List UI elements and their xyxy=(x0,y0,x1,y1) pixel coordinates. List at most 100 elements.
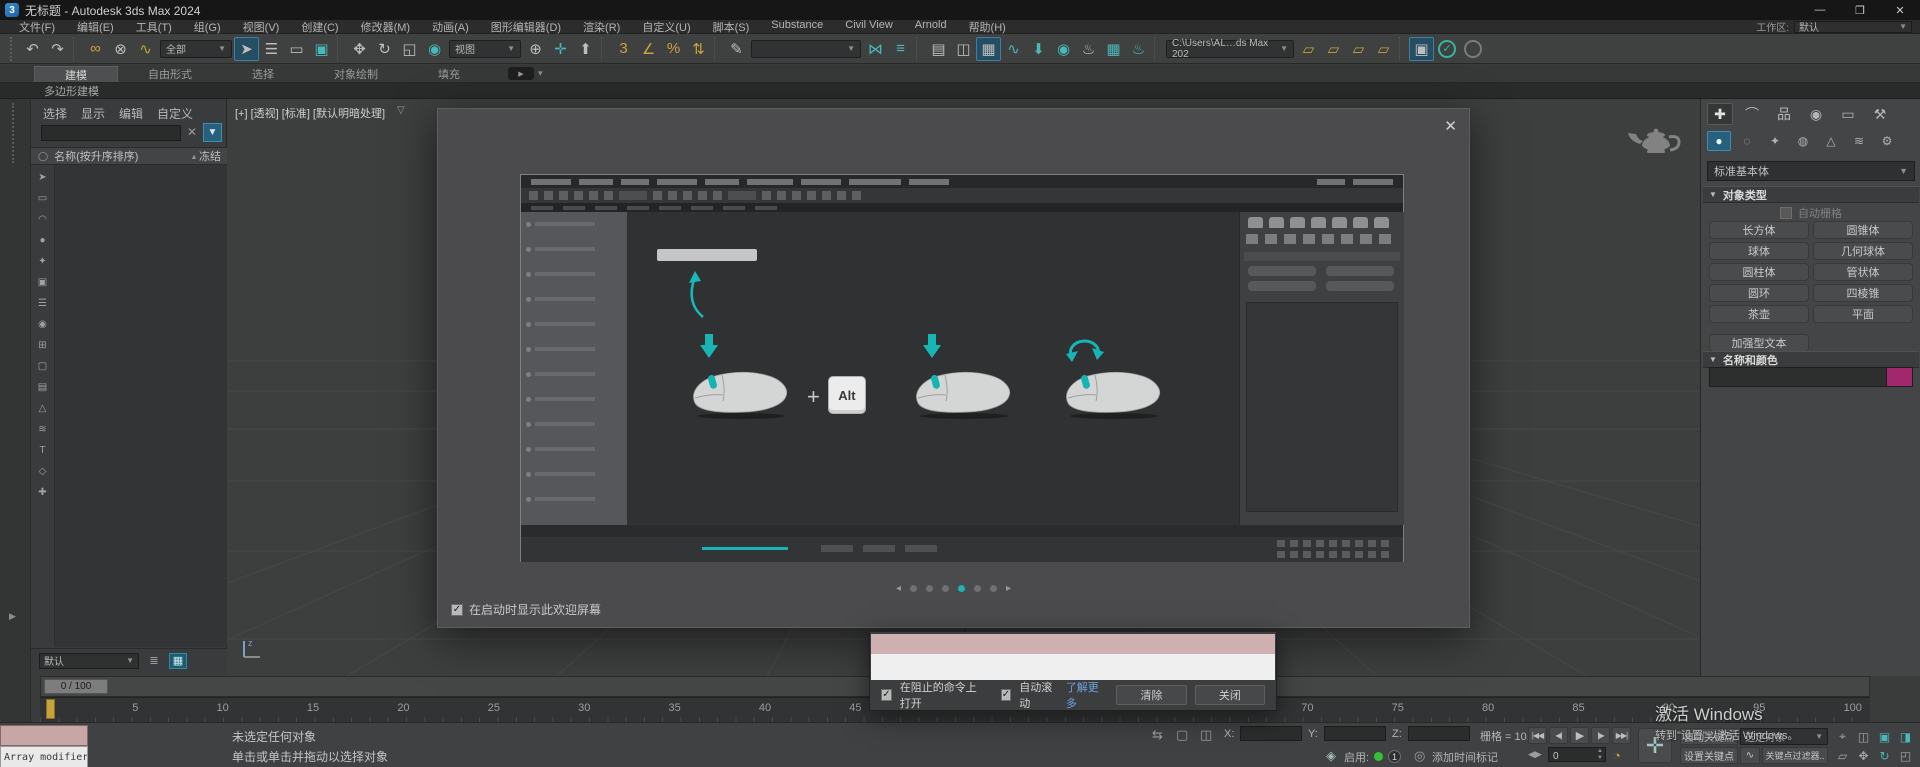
menu-item-4[interactable]: 视图(V) xyxy=(232,19,291,35)
primitive-button-圆锥体[interactable]: 圆锥体 xyxy=(1813,221,1913,239)
dock-handle[interactable] xyxy=(12,103,16,163)
spinner-icon[interactable]: ▲ ▼ xyxy=(1597,748,1603,762)
explorer-object-list[interactable] xyxy=(55,165,227,647)
primitive-button-圆环[interactable]: 圆环 xyxy=(1709,284,1809,302)
select-object-icon[interactable]: ➤ xyxy=(234,36,259,61)
explorer-filter-icon-9[interactable]: ▢ xyxy=(34,358,51,375)
key-mode-clock-icon[interactable]: ◔ xyxy=(1613,748,1621,763)
clear-search-icon[interactable]: ✕ xyxy=(187,125,197,139)
project-folder-path[interactable]: C:\Users\AL…ds Max 202 ▼ xyxy=(1166,38,1294,60)
playback-button-3[interactable]: |▶ xyxy=(1591,727,1610,744)
open-folder-icon[interactable]: ▱ xyxy=(1321,37,1346,61)
zoom-extents-icon[interactable]: ▣ xyxy=(1875,728,1894,745)
modify-tab[interactable]: ⌒ xyxy=(1739,103,1765,125)
y-coordinate-field[interactable] xyxy=(1324,726,1386,741)
geometry-category[interactable]: ● xyxy=(1707,131,1731,151)
selection-filter-dropdown[interactable]: 全部 ▼ xyxy=(160,39,232,58)
macro-recorder-pane[interactable] xyxy=(0,725,88,746)
save-folder-icon[interactable]: ▱ xyxy=(1346,37,1371,61)
display-tab[interactable]: ▭ xyxy=(1835,103,1861,125)
window-crossing-icon[interactable]: ▣ xyxy=(309,37,334,61)
current-frame-field[interactable]: 0 ▲ ▼ xyxy=(1548,747,1606,762)
cameras-category[interactable]: ◍ xyxy=(1791,131,1815,151)
auto-key-button[interactable]: 自动关键点 xyxy=(1680,728,1738,745)
explorer-filter-icon-0[interactable]: ➤ xyxy=(34,169,51,186)
select-manipulate-icon[interactable]: ✛ xyxy=(548,37,573,61)
explorer-filter-icon-5[interactable]: ▣ xyxy=(34,274,51,291)
ribbon-tab-2[interactable]: 选择 xyxy=(222,66,304,82)
primitive-button-球体[interactable]: 球体 xyxy=(1709,242,1809,260)
select-by-name-icon[interactable]: ☰ xyxy=(259,37,284,61)
current-frame-marker[interactable] xyxy=(46,699,55,719)
carousel-prev-icon[interactable]: ◂ xyxy=(896,583,901,594)
primitive-button-长方体[interactable]: 长方体 xyxy=(1709,221,1809,239)
menu-item-12[interactable]: Substance xyxy=(760,19,834,35)
carousel-dot-3[interactable] xyxy=(958,585,965,592)
name-color-rollout[interactable]: ▼ 名称和颜色 xyxy=(1703,351,1919,368)
explorer-filter-icon-14[interactable]: ◇ xyxy=(34,463,51,480)
explorer-column-header[interactable]: ◯ 名称(按升序排序) ▴ 冻结 xyxy=(31,147,227,165)
x-coordinate-field[interactable] xyxy=(1240,726,1302,741)
select-move-icon[interactable]: ✥ xyxy=(347,37,372,61)
render-setup-icon[interactable]: ♨ xyxy=(1076,37,1101,61)
explorer-filter-icon-10[interactable]: ▤ xyxy=(34,379,51,396)
percent-snap-icon[interactable]: % xyxy=(661,37,686,61)
reference-coordinate-dropdown[interactable]: 视图 ▼ xyxy=(449,39,521,58)
explorer-filter-icon-12[interactable]: ≋ xyxy=(34,421,51,438)
show-on-startup-checkbox[interactable]: ✓ xyxy=(451,603,463,616)
viewport-funnel-icon[interactable]: ▽ xyxy=(397,105,405,116)
motion-tab[interactable]: ◉ xyxy=(1803,103,1829,125)
learn-more-link[interactable]: 了解更多 xyxy=(1066,679,1105,711)
scene-explorer-toggle-icon[interactable]: ◫ xyxy=(951,37,976,61)
expand-arrow-icon[interactable]: ▶ xyxy=(9,611,16,622)
menu-item-15[interactable]: 帮助(H) xyxy=(958,19,1017,35)
explorer-tab-2[interactable]: 编辑 xyxy=(119,105,143,122)
primitive-category-dropdown[interactable]: 标准基本体 ▼ xyxy=(1707,161,1915,181)
autogrid-checkbox[interactable] xyxy=(1780,207,1792,219)
key-filters-button[interactable]: 关键点过滤器.. xyxy=(1762,747,1828,764)
explorer-filter-icon-4[interactable]: ✦ xyxy=(34,253,51,270)
explorer-filter-icon-2[interactable]: ◠ xyxy=(34,211,51,228)
explorer-filter-icon-11[interactable]: △ xyxy=(34,400,51,417)
menu-item-1[interactable]: 编辑(E) xyxy=(66,19,125,35)
notifications-icon[interactable] xyxy=(1464,39,1482,58)
object-color-swatch[interactable] xyxy=(1886,368,1912,386)
explorer-filter-icon-7[interactable]: ◉ xyxy=(34,316,51,333)
create-tab[interactable]: ✚ xyxy=(1707,103,1733,125)
shield-icon[interactable]: ◈ xyxy=(1326,748,1336,764)
redo-icon[interactable]: ↷ xyxy=(45,37,70,61)
rectangular-selection-icon[interactable]: ▭ xyxy=(284,37,309,61)
workspace-dropdown[interactable]: 默认 ▼ xyxy=(1794,20,1912,34)
ribbon-panel-label[interactable]: 多边形建模 xyxy=(44,83,99,99)
explorer-filter-icon-15[interactable]: ✚ xyxy=(34,484,51,501)
filter-funnel-icon[interactable]: ▼ xyxy=(203,123,222,142)
time-tag-icon[interactable]: ◎ xyxy=(1414,748,1425,764)
menu-item-5[interactable]: 创建(C) xyxy=(290,19,349,35)
selected-object-dropdown[interactable]: 选定对象 ▼ xyxy=(1740,728,1828,745)
edit-named-selection-icon[interactable]: ✎ xyxy=(724,37,749,61)
playback-button-1[interactable]: ◀| xyxy=(1549,727,1568,744)
select-place-icon[interactable]: ◉ xyxy=(422,37,447,61)
ribbon-toggle-icon[interactable]: ▦ xyxy=(976,36,1001,61)
carousel-dot-5[interactable] xyxy=(990,585,997,592)
frame-step-icon[interactable]: ◀▶ xyxy=(1528,749,1542,760)
listener-macro-pane[interactable] xyxy=(871,634,1275,654)
menu-item-8[interactable]: 图形编辑器(D) xyxy=(480,19,572,35)
isolate-selection-icon[interactable]: ▣ xyxy=(1409,36,1434,61)
selection-lock-icon[interactable]: ▢ xyxy=(1176,727,1188,743)
zoom-extents-all-icon[interactable]: ◨ xyxy=(1896,728,1915,745)
absolute-mode-icon[interactable]: ◫ xyxy=(1200,727,1212,743)
field-of-view-icon[interactable]: ▱ xyxy=(1833,747,1852,764)
angle-snap-icon[interactable]: ∠ xyxy=(636,37,661,61)
add-time-tag-label[interactable]: 添加时间标记 xyxy=(1432,749,1498,765)
playback-button-0[interactable]: |◀◀ xyxy=(1528,727,1547,744)
ribbon-tab-1[interactable]: 自由形式 xyxy=(118,66,222,82)
search-input[interactable] xyxy=(41,125,181,141)
spinner-snap-icon[interactable]: ⇅ xyxy=(686,37,711,61)
maximize-button[interactable]: ❐ xyxy=(1840,0,1880,20)
carousel-dot-4[interactable] xyxy=(974,585,981,592)
folder-options-icon[interactable]: ▱ xyxy=(1371,37,1396,61)
undo-icon[interactable]: ↶ xyxy=(20,37,45,61)
clear-button[interactable]: 清除 xyxy=(1116,685,1187,705)
video-help-icon[interactable]: ▶ xyxy=(508,67,534,80)
